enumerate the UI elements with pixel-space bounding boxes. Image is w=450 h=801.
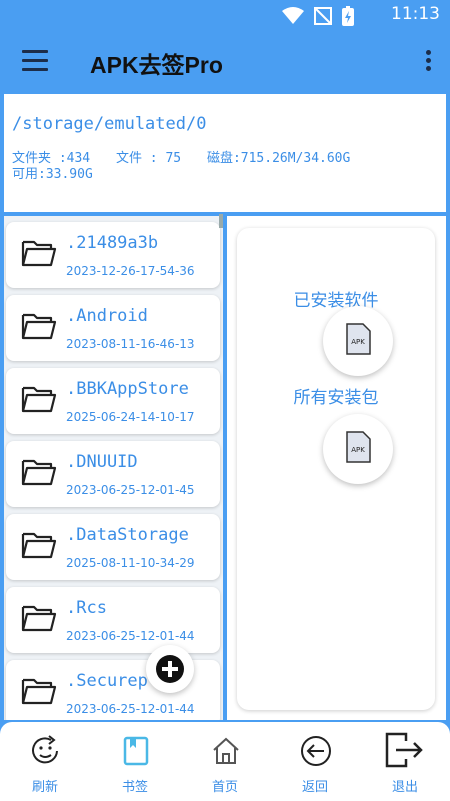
apk-card: 已安装软件 APK 所有安装包 APK xyxy=(237,228,435,710)
folder-item[interactable]: .DataStorage 2025-08-11-10-34-29 xyxy=(6,514,220,580)
folder-date: 2025-06-24-14-10-17 xyxy=(66,410,195,424)
all-packages-label: 所有安装包 xyxy=(293,388,379,408)
status-bar: 11:13 xyxy=(0,0,450,32)
folder-icon xyxy=(21,605,57,632)
folder-icon xyxy=(21,678,57,705)
folder-date: 2023-06-25-12-01-45 xyxy=(66,483,195,497)
folder-item[interactable]: .Rcs 2023-06-25-12-01-44 xyxy=(6,587,220,653)
menu-icon[interactable] xyxy=(22,50,48,72)
plus-circle-icon xyxy=(156,655,184,683)
folder-icon xyxy=(21,532,57,559)
exit-icon xyxy=(385,732,423,768)
folder-date: 2025-08-11-10-34-29 xyxy=(66,556,195,570)
folder-icon xyxy=(21,459,57,486)
disk-usage: 磁盘:715.26M/34.60G xyxy=(206,151,351,166)
battery-charging-icon xyxy=(342,6,354,26)
nav-back[interactable]: 返回 xyxy=(270,722,360,801)
nav-home-label: 首页 xyxy=(211,780,238,795)
folder-name: .BBKAppStore xyxy=(66,379,189,399)
folder-name: .Rcs xyxy=(66,598,107,618)
add-button[interactable] xyxy=(146,645,194,693)
apk-file-icon: APK xyxy=(346,323,371,355)
folder-item[interactable]: .BBKAppStore 2025-06-24-14-10-17 xyxy=(6,368,220,434)
folder-icon xyxy=(21,386,57,413)
path-panel: /storage/emulated/0 文件夹 :434 文件 : 75 磁盘:… xyxy=(4,94,446,212)
folder-date: 2023-08-11-16-46-13 xyxy=(66,337,195,351)
scrollbar-thumb[interactable] xyxy=(219,214,223,228)
nav-exit[interactable]: 退出 xyxy=(360,722,450,801)
folder-name: .DNUUID xyxy=(66,452,138,472)
folder-name: .Android xyxy=(66,306,148,326)
folder-name: .DataStorage xyxy=(66,525,189,545)
home-icon xyxy=(213,737,239,764)
bookmark-icon xyxy=(123,736,149,766)
folder-count: 文件夹 :434 xyxy=(12,151,91,166)
current-path: /storage/emulated/0 xyxy=(12,114,207,134)
bottom-navigation: 刷新 书签 首页 返回 退出 xyxy=(0,722,450,801)
back-icon xyxy=(301,736,331,766)
nav-refresh-label: 刷新 xyxy=(31,780,58,795)
apk-icon-text: APK xyxy=(351,338,365,346)
folder-name: .Securep xyxy=(66,671,148,691)
wifi-icon xyxy=(282,7,304,24)
nav-back-label: 返回 xyxy=(301,780,328,795)
installed-apps-label: 已安装软件 xyxy=(293,291,379,311)
nav-exit-label: 退出 xyxy=(391,780,418,795)
folder-icon xyxy=(21,313,57,340)
folder-icon xyxy=(21,240,57,267)
clock: 11:13 xyxy=(391,4,440,24)
folder-name: .21489a3b xyxy=(66,233,159,253)
folder-date: 2023-06-25-12-01-44 xyxy=(66,702,195,716)
installed-apps-button[interactable]: APK xyxy=(323,306,393,376)
folder-item[interactable]: .Android 2023-08-11-16-46-13 xyxy=(6,295,220,361)
nav-bookmark[interactable]: 书签 xyxy=(90,722,180,801)
file-count: 文件 : 75 xyxy=(115,151,182,166)
nav-refresh[interactable]: 刷新 xyxy=(0,722,90,801)
available-space: 可用:33.90G xyxy=(12,167,93,182)
folder-date: 2023-06-25-12-01-44 xyxy=(66,629,195,643)
apk-panel: 已安装软件 APK 所有安装包 APK xyxy=(227,216,446,720)
status-icons xyxy=(282,6,354,26)
apk-file-icon: APK xyxy=(346,431,371,463)
nav-bookmark-label: 书签 xyxy=(121,780,148,795)
app-title: APK去签Pro xyxy=(90,52,223,78)
apk-icon-text: APK xyxy=(351,446,365,454)
folder-item[interactable]: .21489a3b 2023-12-26-17-54-36 xyxy=(6,222,220,288)
all-packages-button[interactable]: APK xyxy=(323,414,393,484)
app-bar: APK去签Pro xyxy=(0,32,450,92)
folder-item[interactable]: .DNUUID 2023-06-25-12-01-45 xyxy=(6,441,220,507)
folder-date: 2023-12-26-17-54-36 xyxy=(66,264,195,278)
nav-home[interactable]: 首页 xyxy=(180,722,270,801)
more-options-icon[interactable] xyxy=(426,50,434,74)
storage-stats: 文件夹 :434 文件 : 75 磁盘:715.26M/34.60G 可用:33… xyxy=(12,151,442,183)
no-signal-icon xyxy=(314,7,332,25)
refresh-face-icon xyxy=(32,735,58,764)
